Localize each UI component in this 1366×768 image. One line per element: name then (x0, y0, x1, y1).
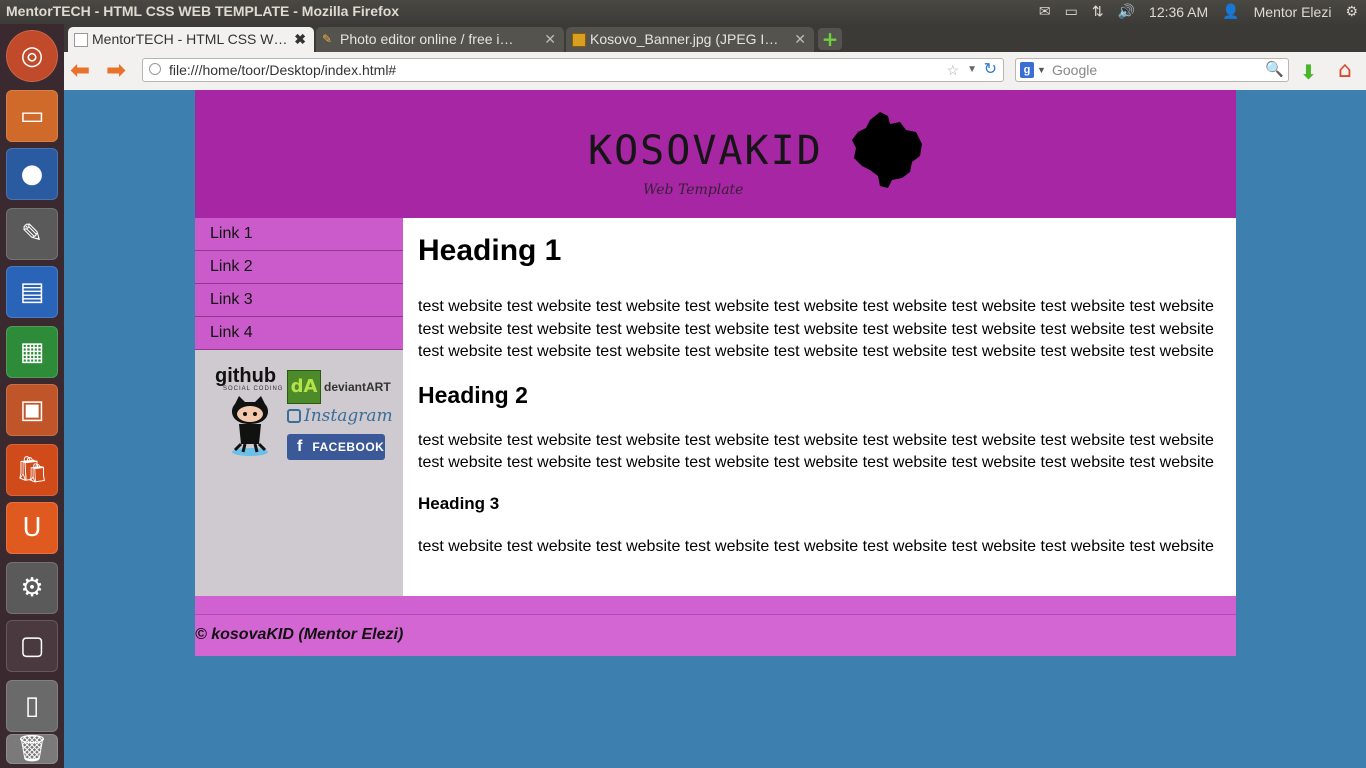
settings-gear-icon[interactable]: ⚙ (1345, 3, 1358, 20)
facebook-link[interactable]: f FACEBOOK (287, 434, 385, 460)
system-settings-icon[interactable]: ⚙ (6, 562, 58, 614)
page-viewport: KOSOVAKID Web Template Link 1 Link 2 Lin… (64, 90, 1366, 768)
url-dropdown-icon[interactable]: ▼ (967, 59, 977, 81)
network-icon[interactable]: ⇅ (1092, 3, 1104, 20)
search-input[interactable]: g ▼ Google 🔍 (1015, 58, 1289, 82)
panel-indicators: ✉ ▭ ⇅ 🔊 12:36 AM 👤 Mentor Elezi ⚙ (1039, 3, 1358, 20)
window-title: MentorTECH - HTML CSS WEB TEMPLATE - Moz… (6, 3, 400, 19)
search-placeholder: Google (1052, 62, 1098, 78)
writer-icon[interactable]: ▤ (6, 266, 58, 318)
mail-icon[interactable]: ✉ (1039, 3, 1051, 20)
heading-1: Heading 1 (418, 234, 562, 267)
tab-label: Photo editor online / free i… (340, 31, 514, 47)
trash-icon[interactable]: 🗑 (6, 734, 58, 764)
battery-icon[interactable]: ▭ (1065, 3, 1078, 20)
text-editor-icon[interactable]: ✎ (6, 208, 58, 260)
tab-kosovo-banner[interactable]: Kosovo_Banner.jpg (JPEG I… ✕ (566, 27, 814, 52)
deviantart-link[interactable]: dA deviantART (287, 370, 391, 404)
forward-arrow-icon[interactable]: ➡ (106, 58, 126, 82)
nav-link-2[interactable]: Link 2 (195, 251, 403, 284)
site-brand: KOSOVAKID (588, 128, 823, 174)
close-tab-icon[interactable]: ✕ (544, 27, 556, 52)
tab-mentortech[interactable]: MentorTECH - HTML CSS W… ✖ (68, 27, 314, 52)
url-input[interactable]: file:///home/toor/Desktop/index.html# ☆ … (142, 58, 1004, 82)
github-wordmark: github (215, 365, 277, 387)
main-content: Heading 1 test website test website test… (403, 218, 1236, 596)
tab-photo-editor[interactable]: ✎ Photo editor online / free i… ✕ (316, 27, 564, 52)
github-link[interactable]: github SOCIAL CODING (215, 366, 285, 462)
github-subtitle: SOCIAL CODING (223, 386, 284, 392)
octocat-icon (231, 396, 269, 456)
deviantart-icon: dA (287, 370, 321, 404)
firefox-icon[interactable]: ● (6, 148, 58, 200)
close-tab-icon[interactable]: ✖ (294, 27, 306, 52)
site-header: KOSOVAKID Web Template (195, 90, 1236, 218)
paragraph-3: test website test website test website t… (418, 537, 1214, 555)
instagram-link[interactable]: Instagram (287, 406, 393, 426)
files-icon[interactable]: ▭ (6, 90, 58, 142)
image-icon (572, 33, 586, 47)
search-icon[interactable]: 🔍 (1265, 59, 1284, 81)
clock[interactable]: 12:36 AM (1149, 4, 1208, 20)
paragraph-2: test website test website test website t… (418, 431, 1214, 472)
ubuntu-one-icon[interactable]: U (6, 502, 58, 554)
navigation-toolbar: ⬅ ➡ file:///home/toor/Desktop/index.html… (64, 52, 1366, 91)
nav-link-3[interactable]: Link 3 (195, 284, 403, 317)
download-icon[interactable]: ⬇ (1300, 60, 1317, 84)
launcher: ◎ ▭ ● ✎ ▤ ▦ ▣ 🛍 U ⚙ ▢ ▯ 🗑 (0, 24, 65, 768)
user-name[interactable]: Mentor Elezi (1254, 4, 1332, 20)
url-text: file:///home/toor/Desktop/index.html# (169, 62, 397, 78)
tab-bar: MentorTECH - HTML CSS W… ✖ ✎ Photo edito… (64, 24, 1366, 52)
user-icon: 👤 (1222, 3, 1240, 19)
page-icon (74, 33, 88, 47)
deviantart-wordmark: deviantART (324, 380, 391, 394)
software-center-icon[interactable]: 🛍 (6, 444, 58, 496)
site-container: KOSOVAKID Web Template Link 1 Link 2 Lin… (195, 90, 1236, 656)
workspace-switcher-icon[interactable]: ▢ (6, 620, 58, 672)
volume-icon[interactable]: 🔊 (1118, 3, 1135, 20)
reload-icon[interactable]: ↻ (984, 59, 997, 81)
sidebar: Link 1 Link 2 Link 3 Link 4 github SOCIA… (195, 218, 403, 596)
engine-dropdown-icon[interactable]: ▼ (1037, 59, 1046, 81)
instagram-wordmark: Instagram (304, 406, 393, 426)
tab-label: Kosovo_Banner.jpg (JPEG I… (590, 31, 779, 47)
google-engine-icon[interactable]: g (1020, 62, 1034, 78)
close-tab-icon[interactable]: ✕ (794, 27, 806, 52)
site-body: Link 1 Link 2 Link 3 Link 4 github SOCIA… (195, 218, 1236, 596)
nav-link-4[interactable]: Link 4 (195, 317, 403, 350)
tab-label: MentorTECH - HTML CSS W… (92, 31, 288, 47)
usb-drive-icon[interactable]: ▯ (6, 680, 58, 732)
paragraph-1: test website test website test website t… (418, 298, 1214, 360)
calc-icon[interactable]: ▦ (6, 326, 58, 378)
home-icon[interactable]: ⌂ (1338, 58, 1352, 83)
top-panel: MentorTECH - HTML CSS WEB TEMPLATE - Moz… (0, 0, 1366, 24)
kosovo-map-icon (852, 112, 922, 188)
site-identity-icon[interactable] (149, 63, 161, 75)
footer-divider (195, 596, 1236, 615)
bookmark-star-icon[interactable]: ☆ (946, 59, 959, 81)
nav-link-1[interactable]: Link 1 (195, 218, 403, 251)
new-tab-button[interactable]: + (818, 28, 842, 50)
heading-3: Heading 3 (418, 493, 500, 513)
ubuntu-dash-icon[interactable]: ◎ (6, 30, 58, 82)
site-footer: © kosovaKID (Mentor Elezi) (195, 615, 1236, 656)
site-tagline: Web Template (643, 182, 744, 198)
facebook-icon: f (297, 438, 303, 455)
back-arrow-icon[interactable]: ⬅ (70, 58, 90, 82)
impress-icon[interactable]: ▣ (6, 384, 58, 436)
heading-2: Heading 2 (418, 381, 528, 408)
footer-copyright: © kosovaKID (Mentor Elezi) (195, 626, 404, 643)
facebook-wordmark: FACEBOOK (312, 440, 385, 454)
instagram-icon (287, 409, 301, 423)
social-links: github SOCIAL CODING dA deviantART Insta… (195, 350, 403, 460)
pencil-icon: ✎ (322, 32, 333, 46)
